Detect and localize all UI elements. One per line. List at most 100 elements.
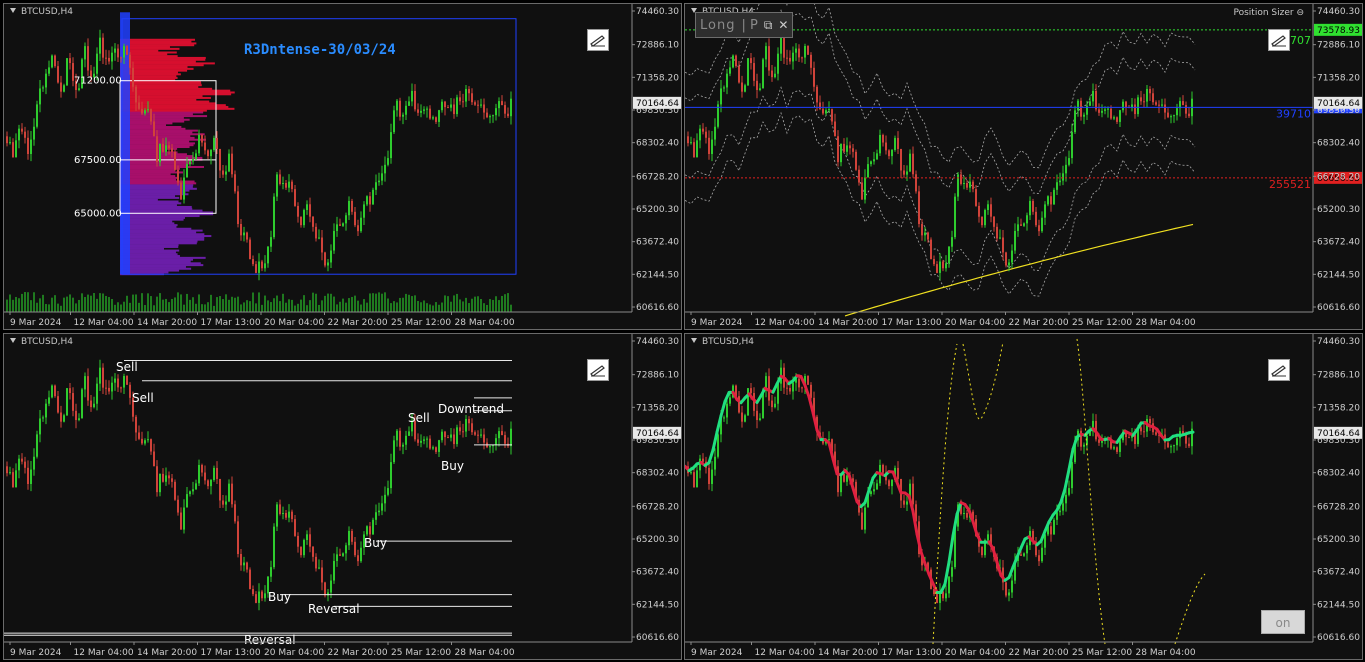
chart-canvas[interactable]: 73578.9343670769955.003971066656.6525552… [685,4,1363,330]
volume-bar [363,299,365,312]
volume-bar [231,296,233,312]
candle-body [180,512,182,530]
volume-bar [414,295,416,312]
candle-body [810,384,812,398]
candle-body [1014,230,1016,251]
candle-body [330,580,332,593]
candle-body [693,472,695,488]
time-tick-label: 14 Mar 20:00 [137,648,197,658]
time-tick-label: 9 Mar 2024 [691,318,743,328]
time-tick-label: 20 Mar 04:00 [945,648,1005,658]
candle-body [1008,592,1010,596]
indicator-on-button[interactable]: on [1261,610,1305,634]
candle-body [843,473,845,482]
candle-body [336,224,338,231]
collapse-triangle-icon[interactable] [691,338,697,343]
volume-bar [6,299,8,312]
collapse-triangle-icon[interactable] [10,338,16,343]
volume-bar [195,303,197,312]
chart-pane-top-left[interactable]: 71200.00 67500.00 65000.00 R3Dntense-30/03/… [3,3,682,330]
candle-body [1170,446,1172,448]
candle-body [6,136,8,144]
trade-panel[interactable]: Long | P ⧉ ✕ [695,12,794,38]
chart-pane-top-right[interactable]: 73578.9343670769955.003971066656.6525552… [684,3,1363,330]
time-tick-label: 17 Mar 13:00 [882,318,942,328]
time-tick-label: 9 Mar 2024 [691,648,743,658]
candle-body [900,148,902,171]
candle-body [189,491,191,495]
volume-bar [66,296,68,312]
candle-body [120,57,122,59]
candle-body [216,137,218,149]
settings-icon[interactable]: ⊖ [1296,8,1304,18]
candle-body [243,232,245,236]
volume-bar [366,302,368,312]
chart-annotation-label: Buy [364,536,387,550]
candle-body [150,439,152,452]
candle-body [498,101,500,109]
volume-bar [198,294,200,312]
trend-line-segment [1071,435,1079,451]
volume-bar [252,292,254,312]
candle-body [726,403,728,418]
volume-bar [189,299,191,312]
candle-body [480,434,482,436]
candle-body [135,86,137,103]
candle-body [285,182,287,188]
candle-body [411,90,413,102]
candle-body [60,82,62,92]
volume-bar [288,299,290,312]
candle-body [294,519,296,536]
candle-body [495,438,497,446]
pencil-draw-icon[interactable] [1268,29,1290,51]
volume-profile-bar [120,38,196,41]
candle-body [804,46,806,58]
chart-canvas[interactable]: 71200.00 67500.00 65000.00 R3Dntense-30/03/… [4,4,682,330]
candle-body [1062,503,1064,511]
chart-pane-bottom-right[interactable]: 74460.30 72886.10 71358.20 69830.30 68302.40… [684,333,1363,660]
candle-body [237,521,239,554]
candle-body [792,382,794,392]
chart-canvas[interactable]: Sell Sell Sell Downtrend Buy Buy Buy Reversal Re… [4,334,682,660]
volume-bar [315,293,317,312]
candle-body [498,431,500,439]
candle-body [333,230,335,251]
pencil-draw-icon[interactable] [1268,359,1290,381]
trade-direction-label[interactable]: Long [700,18,735,33]
chart-pane-bottom-left[interactable]: Sell Sell Sell Downtrend Buy Buy Buy Reversal Re… [3,333,682,660]
candle-body [933,259,935,265]
candle-body [102,367,104,388]
candle-body [138,102,140,109]
close-icon[interactable]: ✕ [778,18,788,32]
position-sizer-label[interactable]: Position Sizer ⊖ [1234,8,1305,18]
volume-profile-bar [120,240,198,243]
trade-panel-tab[interactable]: | P [741,18,757,33]
candle-body [735,55,737,67]
pencil-draw-icon[interactable] [587,359,609,381]
candle-body [1035,211,1037,226]
moving-average-line [844,223,1194,317]
candle-body [822,108,824,114]
candle-body [1020,224,1022,226]
price-tick-label: 74460.30 [636,7,679,17]
candle-body [924,232,926,236]
candle-body [1185,105,1187,114]
candle-body [462,431,464,433]
candle-body [393,440,395,463]
restore-window-icon[interactable]: ⧉ [764,18,773,33]
chart-annotation-label: Sell [132,391,154,405]
candle-body [1176,438,1178,446]
candle-body [1092,90,1094,102]
volume-bar [465,297,467,312]
volume-profile-bar [120,40,192,43]
candle-body [381,173,383,181]
candle-body [510,428,512,447]
volume-bar [18,298,20,312]
candle-body [360,547,362,562]
pencil-draw-icon[interactable] [587,29,609,51]
candle-body [1038,225,1040,232]
candle-body [1158,104,1160,106]
collapse-triangle-icon[interactable] [10,8,16,13]
candle-body [867,164,869,178]
candle-body [861,182,863,200]
